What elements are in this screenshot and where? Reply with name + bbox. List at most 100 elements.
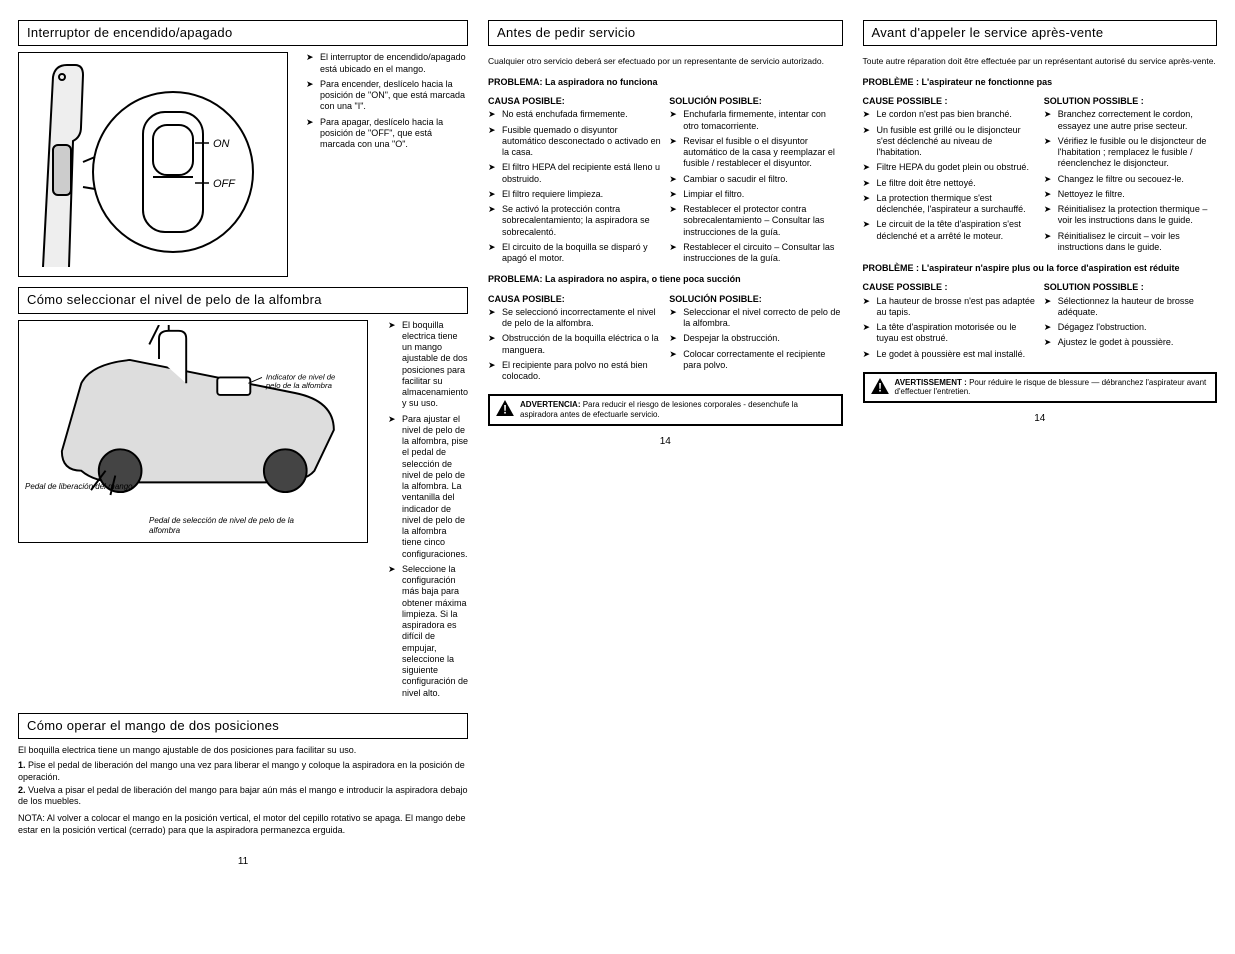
page-number: 14 [863, 413, 1217, 426]
step-text: Vuelva a pisar el pedal de liberación de… [18, 785, 467, 806]
list-item: Sélectionnez la hauteur de brosse adéqua… [1044, 296, 1217, 319]
solution-list: Branchez correctement le cordon, essayez… [1044, 109, 1217, 253]
switch-figure: ON OFF [18, 52, 288, 277]
list-item: Filtre HEPA du godet plein ou obstrué. [863, 162, 1036, 173]
list-item: Limpiar el filtro. [669, 189, 842, 200]
switch-bullets: El interruptor de encendido/apagado está… [306, 52, 468, 154]
list-item: Se activó la protección contra sobrecale… [488, 204, 661, 238]
list-item: El circuito de la boquilla se disparó y … [488, 242, 661, 265]
list-item: Se seleccionó incorrectamente el nivel d… [488, 307, 661, 330]
position-steps: 1. Pise el pedal de liberación del mango… [18, 760, 468, 807]
list-item: La protection thermique s'est déclenchée… [863, 193, 1036, 216]
warning-icon: ! [871, 378, 889, 394]
list-item: Branchez correctement le cordon, essayez… [1044, 109, 1217, 132]
left-column: Interruptor de encendido/apagado [18, 20, 468, 868]
list-item: Colocar correctamente el recipiente para… [669, 349, 842, 372]
list-item: Cambiar o sacudir el filtro. [669, 174, 842, 185]
list-item: Restablecer el protector contra sobrecal… [669, 204, 842, 238]
list-item: Obstrucción de la boquilla eléctrica o l… [488, 333, 661, 356]
list-item: Enchufarla firmemente, intentar con otro… [669, 109, 842, 132]
nozzle-illustration: Indicator de nivel depelo de la alfombra [23, 325, 363, 539]
ts-title-es: Antes de pedir servicio [488, 20, 842, 46]
bullet-item: Para ajustar el nivel de pelo de la alfo… [388, 414, 468, 560]
cause-label: CAUSE POSSIBLE : [863, 282, 1036, 293]
fig-label-pedal2: Pedal de selección de nivel de pelo de l… [149, 516, 319, 536]
ts-intro: Cualquier otro servicio deberá ser efect… [488, 56, 842, 67]
solution-list: Enchufarla firmemente, intentar con otro… [669, 109, 842, 264]
bullet-item: El interruptor de encendido/apagado está… [306, 52, 468, 75]
middle-column: Antes de pedir servicio Cualquier otro s… [488, 20, 842, 868]
switch-title: Interruptor de encendido/apagado [18, 20, 468, 46]
problem-head: PROBLEMA: La aspiradora no aspira, o tie… [488, 274, 842, 285]
solution-label: SOLUTION POSSIBLE : [1044, 282, 1217, 293]
warning-box-fr: ! AVERTISSEMENT : Pour réduire le risque… [863, 372, 1217, 403]
cause-label: CAUSA POSIBLE: [488, 294, 661, 305]
adjust-bullets: El boquilla electrica tiene un mango aju… [388, 320, 468, 703]
on-label: ON [213, 138, 230, 150]
position-title: Cómo operar el mango de dos posiciones [18, 713, 468, 739]
svg-text:!: ! [503, 405, 507, 417]
switch-illustration: ON OFF [23, 57, 283, 272]
list-item: Revisar el fusible o el disyuntor automá… [669, 136, 842, 170]
warning-title: AVERTISSEMENT : [895, 378, 967, 387]
list-item: La hauteur de brosse n'est pas adaptée a… [863, 296, 1036, 319]
position-section: Cómo operar el mango de dos posiciones E… [18, 713, 468, 836]
list-item: Le godet à poussière est mal installé. [863, 349, 1036, 360]
adjust-section: Cómo seleccionar el nivel de pelo de la … [18, 287, 468, 703]
list-item: Seleccionar el nivel correcto de pelo de… [669, 307, 842, 330]
list-item: Le filtre doit être nettoyé. [863, 178, 1036, 189]
position-note: NOTA: Al volver a colocar el mango en la… [18, 813, 468, 836]
cause-label: CAUSA POSIBLE: [488, 96, 661, 107]
step-text: Pise el pedal de liberación del mango un… [18, 760, 465, 781]
list-item: Dégagez l'obstruction. [1044, 322, 1217, 333]
solution-label: SOLUCIÓN POSIBLE: [669, 294, 842, 305]
right-column: Avant d'appeler le service après-vente T… [863, 20, 1217, 868]
ts-title-fr: Avant d'appeler le service après-vente [863, 20, 1217, 46]
fig-label-pedal1: Pedal de liberación del mango [25, 482, 145, 492]
bullet-item: Seleccione la configuración más baja par… [388, 564, 468, 699]
solution-label: SOLUCIÓN POSIBLE: [669, 96, 842, 107]
list-item: El recipiente para polvo no está bien co… [488, 360, 661, 383]
list-item: No está enchufada firmemente. [488, 109, 661, 120]
bullet-item: Para apagar, deslícelo hacia la posición… [306, 117, 468, 151]
warning-title: ADVERTENCIA: [520, 400, 580, 409]
solution-label: SOLUTION POSSIBLE : [1044, 96, 1217, 107]
warning-icon: ! [496, 400, 514, 416]
list-item: Changez le filtre ou secouez-le. [1044, 174, 1217, 185]
switch-section: Interruptor de encendido/apagado [18, 20, 468, 277]
list-item: El filtro HEPA del recipiente está lleno… [488, 162, 661, 185]
list-item: Réinitialisez la protection thermique – … [1044, 204, 1217, 227]
off-label: OFF [213, 178, 236, 190]
cause-list: Se seleccionó incorrectamente el nivel d… [488, 307, 661, 383]
cause-list: Le cordon n'est pas bien branché. Un fus… [863, 109, 1036, 242]
list-item: El filtro requiere limpieza. [488, 189, 661, 200]
adjust-title: Cómo seleccionar el nivel de pelo de la … [18, 287, 468, 313]
list-item: Fusible quemado o disyuntor automático d… [488, 125, 661, 159]
list-item: Restablecer el circuito – Consultar las … [669, 242, 842, 265]
ts-intro: Toute autre réparation doit être effectu… [863, 56, 1217, 67]
page-number: 11 [18, 856, 468, 869]
solution-list: Seleccionar el nivel correcto de pelo de… [669, 307, 842, 371]
warning-box-es: ! ADVERTENCIA: Para reducir el riesgo de… [488, 394, 842, 425]
nozzle-figure: Indicator de nivel depelo de la alfombra… [18, 320, 368, 544]
list-item: Un fusible est grillé ou le disjoncteur … [863, 125, 1036, 159]
fig-label-indicator: Indicator de nivel depelo de la alfombra [265, 372, 336, 390]
position-subhead: El boquilla electrica tiene un mango aju… [18, 745, 468, 756]
svg-text:!: ! [878, 382, 882, 394]
list-item: Ajustez le godet à poussière. [1044, 337, 1217, 348]
problem-head: PROBLÈME : L'aspirateur n'aspire plus ou… [863, 263, 1217, 274]
bullet-item: Para encender, deslícelo hacia la posici… [306, 79, 468, 113]
bullet-item: El boquilla electrica tiene un mango aju… [388, 320, 468, 410]
page-number: 14 [488, 436, 842, 449]
solution-list: Sélectionnez la hauteur de brosse adéqua… [1044, 296, 1217, 349]
list-item: Réinitialisez le circuit – voir les inst… [1044, 231, 1217, 254]
cause-list: No está enchufada firmemente. Fusible qu… [488, 109, 661, 264]
list-item: La tête d'aspiration motorisée ou le tuy… [863, 322, 1036, 345]
cause-label: CAUSE POSSIBLE : [863, 96, 1036, 107]
list-item: Nettoyez le filtre. [1044, 189, 1217, 200]
list-item: Vérifiez le fusible ou le disjoncteur de… [1044, 136, 1217, 170]
cause-list: La hauteur de brosse n'est pas adaptée a… [863, 296, 1036, 360]
list-item: Le cordon n'est pas bien branché. [863, 109, 1036, 120]
problem-head: PROBLEMA: La aspiradora no funciona [488, 77, 842, 88]
problem-head: PROBLÈME : L'aspirateur ne fonctionne pa… [863, 77, 1217, 88]
